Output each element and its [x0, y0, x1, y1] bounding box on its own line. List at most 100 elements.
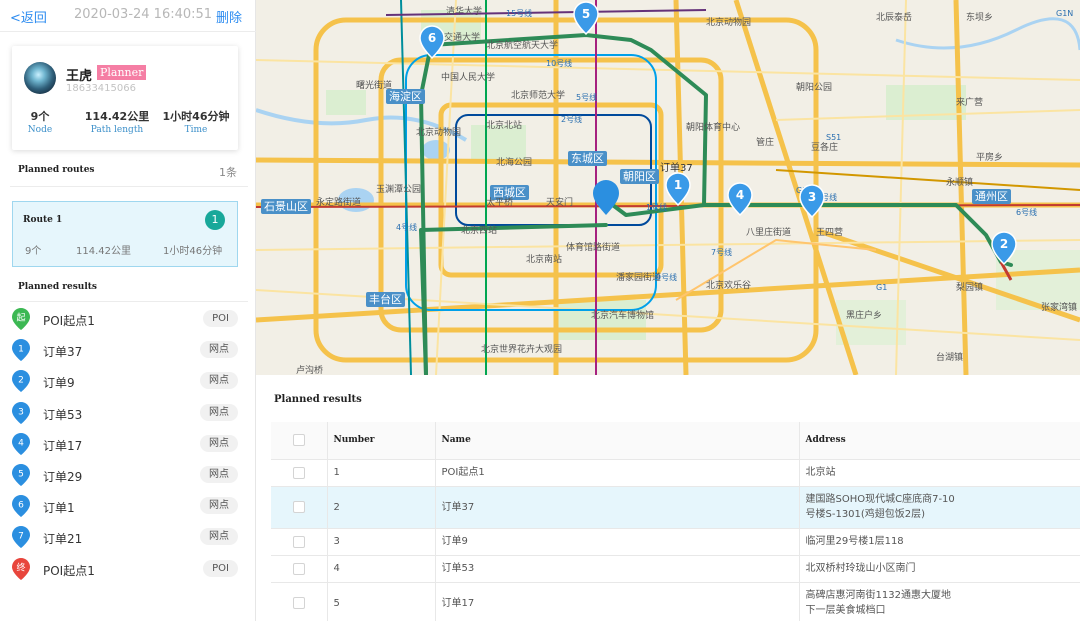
line-label: 4号线 — [396, 222, 417, 232]
pin-label: 3 — [18, 407, 24, 417]
place-label: 台湖镇 — [936, 351, 963, 363]
back-button[interactable]: <返回 — [10, 7, 47, 26]
row-select-cell[interactable] — [271, 582, 328, 621]
map-canvas[interactable]: 海淀区东城区朝阳区西城区石景山区丰台区通州区 清华大学北京航空航天大学中国人民大… — [256, 0, 1080, 375]
place-label: 梨园镇 — [956, 281, 983, 293]
row-checkbox[interactable] — [292, 501, 305, 513]
line-label: 15号线 — [506, 8, 532, 18]
line-label: G1 — [876, 283, 887, 292]
row-select-cell[interactable] — [271, 459, 328, 487]
row-checkbox[interactable] — [292, 466, 305, 479]
pin-label: 4 — [18, 438, 24, 448]
delete-button[interactable]: 删除 — [216, 7, 242, 26]
row-select-cell[interactable] — [271, 486, 328, 529]
cell-address: 高碑店惠河南街1132通惠大厦地 下一层美食城档口 — [799, 582, 1080, 621]
place-label: 朝阳公园 — [796, 82, 832, 93]
line-label: 9号线 — [656, 272, 677, 282]
place-label: 北京师范大学 — [511, 89, 565, 101]
cell-address: 建国路SOHO现代城C座底商7-10 号楼S-1301(鸡翅包饭2层) — [799, 486, 1080, 529]
place-label: 北辰泰岳 — [876, 11, 912, 23]
stat-time-value: 1小时46分钟 — [162, 110, 230, 123]
route-card[interactable]: Route 1 1 9个 114.42公里 1小时46分钟 — [12, 201, 238, 267]
map-pin-icon: 4 — [12, 432, 30, 455]
cell-name: 订单17 — [435, 582, 800, 621]
cell-address: 北京站 — [799, 459, 1080, 487]
district-label: 东城区 — [571, 152, 604, 165]
row-select-cell[interactable] — [271, 528, 328, 556]
col-number: Number — [327, 422, 436, 460]
cell-number: 5 — [327, 582, 436, 621]
map-pin-icon: 5 — [12, 464, 30, 486]
select-all-checkbox[interactable] — [292, 434, 305, 447]
cell-address: 北双桥村玲珑山小区南门 — [799, 555, 1080, 583]
pin-label: 5 — [18, 470, 24, 480]
table-row[interactable]: 4 订单53 北双桥村玲珑山小区南门 — [271, 555, 1080, 583]
result-name: 订单29 — [43, 470, 83, 484]
pin-label: 起 — [16, 313, 25, 324]
select-all-cell[interactable] — [271, 422, 328, 460]
cell-number: 3 — [327, 528, 436, 556]
result-name: POI起点1 — [43, 314, 95, 328]
place-label: 永定路街道 — [316, 196, 361, 208]
place-label: 张家湾镇 — [1041, 301, 1077, 313]
result-item[interactable]: 7 订单21 网点 — [12, 526, 240, 550]
table-row[interactable]: 3 订单9 临河里29号楼1层118 — [271, 528, 1080, 556]
line-label: 7号线 — [711, 247, 732, 257]
result-item[interactable]: 5 订单29 网点 — [12, 464, 240, 488]
place-label: 黑庄户乡 — [846, 309, 882, 321]
stat-nodes-value: 9个 — [30, 110, 50, 123]
result-type-tag: 网点 — [200, 466, 238, 483]
result-type-tag: 网点 — [200, 434, 238, 452]
divider — [10, 301, 248, 302]
result-item[interactable]: 2 订单9 网点 — [12, 370, 240, 394]
marker-number: 6 — [428, 31, 436, 45]
table-row[interactable]: 2 订单37 建国路SOHO现代城C座底商7-10 号楼S-1301(鸡翅包饭2层) — [271, 486, 1080, 529]
result-type-tag: 网点 — [200, 372, 238, 390]
result-item[interactable]: 6 订单1 网点 — [12, 495, 240, 519]
place-label: 北京欢乐谷 — [706, 279, 751, 291]
result-item[interactable]: 3 订单53 网点 — [12, 401, 240, 426]
map-view[interactable]: 海淀区 东城区 朝阳区 西城区 石景山区 丰台区 通州区 清华大学 北京航空航天大学 中国人民大… — [256, 0, 1080, 375]
line-label: 6号线 — [1016, 207, 1037, 217]
line-label: S51 — [826, 133, 841, 142]
col-name: Name — [435, 422, 800, 460]
marker-number: 2 — [1000, 237, 1008, 251]
row-checkbox[interactable] — [292, 535, 305, 548]
district-label: 海淀区 — [389, 89, 422, 103]
place-label: 天安门 — [546, 196, 573, 208]
divider — [10, 186, 248, 187]
place-label: 管庄 — [756, 136, 774, 148]
marker-caption: 订单37 — [660, 162, 693, 174]
planned-results-title: Planned results — [18, 282, 97, 292]
stat-nodes-label: Node — [27, 125, 53, 135]
row-select-cell[interactable] — [271, 555, 328, 583]
cell-name: 订单37 — [435, 486, 800, 529]
result-item[interactable]: 1 订单37 网点 — [12, 339, 240, 363]
marker-number: 1 — [674, 178, 682, 192]
cell-name: POI起点1 — [435, 459, 800, 487]
pin-label: 1 — [18, 345, 24, 355]
table-row[interactable]: 5 订单17 高碑店惠河南街1132通惠大厦地 下一层美食城档口 — [271, 582, 1080, 621]
result-name: 订单53 — [43, 407, 83, 422]
pin-label: 终 — [16, 561, 25, 573]
map-pin-icon: 1 — [12, 339, 30, 362]
role-badge: Planner — [97, 65, 147, 80]
place-label: 北京航空航天大学 — [486, 39, 558, 51]
result-item[interactable]: 4 订单17 网点 — [12, 432, 240, 457]
place-label: 清华大学 — [446, 5, 482, 17]
user-card: 王虎 Planner 18633415066 9个 Node 114.42公里 … — [12, 46, 238, 150]
result-item[interactable]: 起 POI起点1 POI — [12, 308, 240, 332]
result-name: 订单17 — [43, 438, 83, 453]
cell-number: 4 — [327, 555, 436, 583]
stat-time-label: Time — [184, 125, 208, 135]
place-label: 平房乡 — [976, 151, 1003, 163]
pin-label: 2 — [18, 376, 24, 386]
row-checkbox[interactable] — [292, 562, 305, 575]
table-row[interactable]: 1 POI起点1 北京站 — [271, 459, 1080, 487]
district-label: 通州区 — [975, 190, 1008, 203]
row-checkbox[interactable] — [292, 597, 305, 609]
result-item[interactable]: 终 POI起点1 POI — [12, 557, 240, 582]
route-name: Route 1 — [23, 215, 63, 225]
result-name: 订单21 — [43, 532, 83, 547]
result-type-tag: 网点 — [200, 341, 238, 359]
